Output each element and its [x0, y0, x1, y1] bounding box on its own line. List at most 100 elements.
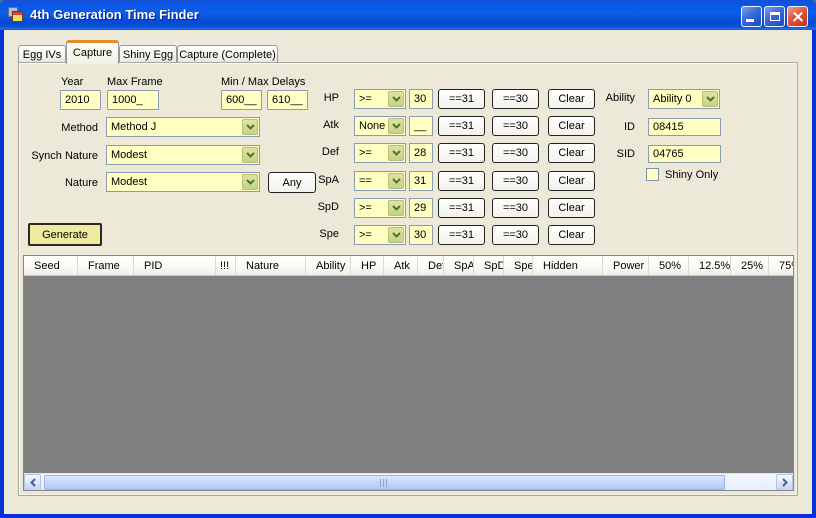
title-bar[interactable]: 4th Generation Time Finder [0, 0, 816, 30]
nature-label: Nature [19, 177, 98, 189]
results-body[interactable] [24, 276, 793, 473]
results-header-row: Seed Frame PID !!! Nature Ability HP Atk… [24, 256, 793, 276]
spa-clear-button[interactable]: Clear [548, 171, 595, 191]
method-select[interactable]: Method J [106, 117, 260, 137]
app-window: 4th Generation Time Finder Egg IVs Captu… [0, 0, 816, 518]
scroll-right-icon [782, 478, 788, 487]
scrollbar-grip-icon [380, 479, 389, 487]
def-value-input[interactable]: 28 [409, 143, 433, 163]
maximize-button[interactable] [764, 6, 785, 27]
year-label: Year [61, 76, 83, 88]
minimize-button[interactable] [741, 6, 762, 27]
min-delay-input[interactable]: 600__ [221, 90, 262, 110]
column-header-25[interactable]: 25% [731, 256, 769, 275]
chevron-down-icon [388, 173, 404, 189]
tab-capture[interactable]: Capture [66, 40, 119, 64]
column-header-pid[interactable]: PID [134, 256, 216, 275]
scroll-left-button[interactable] [24, 474, 41, 491]
generate-button[interactable]: Generate [28, 223, 102, 246]
hp-label: HP [259, 92, 339, 104]
scroll-right-button[interactable] [776, 474, 793, 491]
scrollbar-thumb[interactable] [44, 475, 725, 490]
atk-value-input[interactable]: __ [409, 116, 433, 136]
sid-input[interactable]: 04765 [648, 145, 721, 163]
chevron-down-icon [388, 91, 404, 107]
spd-set31-button[interactable]: ==31 [438, 198, 485, 218]
id-label: ID [555, 121, 635, 133]
column-header-spe[interactable]: Spe [504, 256, 533, 275]
column-header-atk[interactable]: Atk [384, 256, 418, 275]
spe-set30-button[interactable]: ==30 [492, 225, 539, 245]
client-area: Egg IVs Capture Shiny Egg Capture (Compl… [4, 30, 812, 514]
close-button[interactable] [787, 6, 808, 27]
spd-value-input[interactable]: 29 [409, 198, 433, 218]
delays-label: Min / Max Delays [221, 76, 305, 88]
shiny-only-checkbox[interactable] [646, 168, 659, 181]
spa-set30-button[interactable]: ==30 [492, 171, 539, 191]
nature-select[interactable]: Modest [106, 172, 260, 192]
hp-set31-button[interactable]: ==31 [438, 89, 485, 109]
spe-set31-button[interactable]: ==31 [438, 225, 485, 245]
spa-value-input[interactable]: 31 [409, 171, 433, 191]
atk-set31-button[interactable]: ==31 [438, 116, 485, 136]
synch-nature-label: Synch Nature [19, 150, 98, 162]
max-frame-input[interactable]: 1000_ [107, 90, 159, 110]
scroll-left-icon [30, 478, 36, 487]
spa-set31-button[interactable]: ==31 [438, 171, 485, 191]
atk-set30-button[interactable]: ==30 [492, 116, 539, 136]
spe-label: Spe [259, 228, 339, 240]
horizontal-scrollbar[interactable] [24, 473, 793, 490]
chevron-down-icon [242, 174, 258, 190]
def-label: Def [259, 146, 339, 158]
spd-label: SpD [259, 201, 339, 213]
close-icon [792, 11, 803, 22]
column-header-def[interactable]: Def [418, 256, 444, 275]
hp-value-input[interactable]: 30 [409, 89, 433, 109]
app-icon [8, 7, 24, 23]
maximize-icon [770, 12, 780, 21]
spa-label: SpA [259, 174, 339, 186]
spa-comparer-select[interactable]: == [354, 171, 406, 191]
atk-label: Atk [259, 119, 339, 131]
chevron-down-icon [388, 227, 404, 243]
column-header-75[interactable]: 75% [769, 256, 794, 275]
def-set30-button[interactable]: ==30 [492, 143, 539, 163]
year-input[interactable]: 2010 [60, 90, 101, 110]
chevron-down-icon [242, 147, 258, 163]
column-header-alert[interactable]: !!! [216, 256, 236, 275]
column-header-hidden[interactable]: Hidden [533, 256, 603, 275]
synch-nature-select[interactable]: Modest [106, 145, 260, 165]
spe-clear-button[interactable]: Clear [548, 225, 595, 245]
column-header-spa[interactable]: SpA [444, 256, 474, 275]
capture-tab-page: Year Max Frame Min / Max Delays 2010 100… [18, 62, 798, 496]
hp-set30-button[interactable]: ==30 [492, 89, 539, 109]
column-header-ability[interactable]: Ability [306, 256, 351, 275]
column-header-spd[interactable]: SpD [474, 256, 504, 275]
shiny-only-label: Shiny Only [665, 169, 718, 181]
spe-value-input[interactable]: 30 [409, 225, 433, 245]
minimize-icon [746, 19, 754, 22]
column-header-frame[interactable]: Frame [78, 256, 134, 275]
column-header-power[interactable]: Power [603, 256, 649, 275]
ability-label: Ability [555, 92, 635, 104]
chevron-down-icon [388, 145, 404, 161]
sid-label: SID [555, 148, 635, 160]
chevron-down-icon [702, 91, 718, 107]
spd-set30-button[interactable]: ==30 [492, 198, 539, 218]
max-frame-label: Max Frame [107, 76, 163, 88]
column-header-hp[interactable]: HP [351, 256, 384, 275]
spd-clear-button[interactable]: Clear [548, 198, 595, 218]
column-header-seed[interactable]: Seed [24, 256, 78, 275]
window-title: 4th Generation Time Finder [30, 7, 199, 22]
column-header-12-5[interactable]: 12.5% [689, 256, 731, 275]
def-set31-button[interactable]: ==31 [438, 143, 485, 163]
def-comparer-select[interactable]: >= [354, 143, 406, 163]
column-header-nature[interactable]: Nature [236, 256, 306, 275]
spe-comparer-select[interactable]: >= [354, 225, 406, 245]
ability-select[interactable]: Ability 0 [648, 89, 720, 109]
hp-comparer-select[interactable]: >= [354, 89, 406, 109]
spd-comparer-select[interactable]: >= [354, 198, 406, 218]
column-header-50[interactable]: 50% [649, 256, 689, 275]
atk-comparer-select[interactable]: None [354, 116, 406, 136]
id-input[interactable]: 08415 [648, 118, 721, 136]
